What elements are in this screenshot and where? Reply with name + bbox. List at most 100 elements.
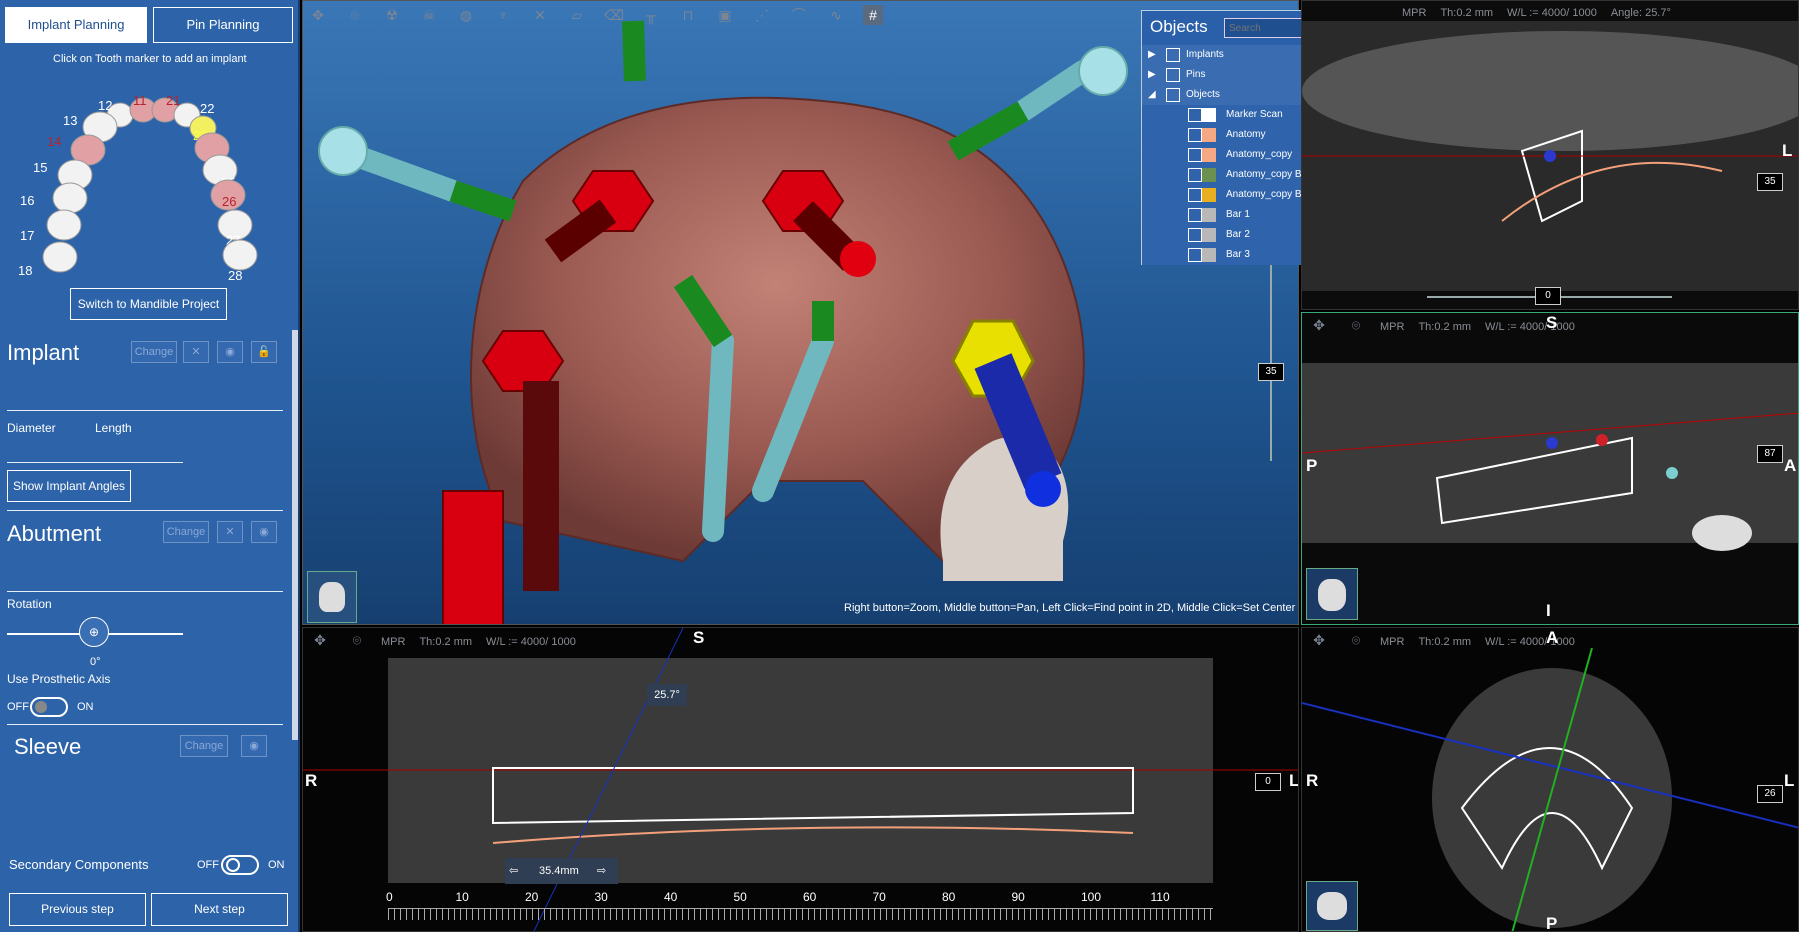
rotation-handle-icon[interactable]: ⊕ <box>79 617 109 647</box>
axis-left-letter: P <box>1306 456 1318 475</box>
ruler-tick-label: 10 <box>455 890 469 904</box>
ct-slice <box>1302 363 1798 551</box>
tooth-chart: 12112122231324142515261627172818 <box>18 93 258 280</box>
object-color-swatch[interactable] <box>1202 208 1216 222</box>
tooth-number: 17 <box>20 228 34 243</box>
mpr-bottom-right[interactable]: ✥ ⌾ MPR Th:0.2 mm W/L := 4000/ 1000 A R L P … <box>1301 627 1799 932</box>
object-checkbox[interactable] <box>1188 188 1202 202</box>
object-label: Marker Scan <box>1226 109 1283 120</box>
abutment-change-button[interactable]: Change <box>163 521 209 543</box>
switch-mandible-button[interactable]: Switch to Mandible Project <box>70 288 227 320</box>
sleeve-change-button[interactable]: Change <box>180 735 228 757</box>
tooth-marker-18[interactable] <box>42 241 78 273</box>
object-label: Pins <box>1186 69 1206 80</box>
ct-slice <box>1302 21 1798 291</box>
object-checkbox[interactable] <box>1188 128 1202 142</box>
head-orientation-icon[interactable] <box>1306 568 1358 620</box>
left-scrollbar[interactable] <box>292 330 298 740</box>
mpr-top-right[interactable]: MPR Th:0.2 mm W/L := 4000/ 1000 Angle: 25.7… <box>1301 0 1799 310</box>
left-panel: Implant Planning Pin Planning Click on T… <box>0 0 300 932</box>
object-color-swatch[interactable] <box>1202 248 1216 262</box>
expand-arrow-icon[interactable]: ▶ <box>1148 65 1156 85</box>
object-label: Anatomy_copy <box>1226 149 1293 160</box>
abutment-visibility-icon[interactable]: ◉ <box>251 521 277 543</box>
implant-delete-icon[interactable]: ✕ <box>183 341 209 363</box>
divider <box>7 724 283 725</box>
object-checkbox[interactable] <box>1188 248 1202 262</box>
objects-search-input[interactable] <box>1224 18 1308 38</box>
object-color-swatch[interactable] <box>1202 188 1216 202</box>
next-step-button[interactable]: Next step <box>151 893 288 926</box>
rotation-value: 0° <box>90 656 101 668</box>
tab-pin-planning[interactable]: Pin Planning <box>153 7 293 43</box>
axis-top-letter: A <box>1546 628 1559 647</box>
mpr-window-level: W/L := 4000/ 1000 <box>1507 7 1597 19</box>
object-color-swatch[interactable] <box>1202 128 1216 142</box>
ct-slice <box>1302 648 1798 931</box>
head-orientation-icon[interactable] <box>1306 881 1358 931</box>
mpr-thickness: Th:0.2 mm <box>1418 321 1472 333</box>
diameter-label: Diameter <box>7 421 56 435</box>
sleeve-visibility-icon[interactable]: ◉ <box>241 735 267 757</box>
tooth-number: 12 <box>98 98 112 113</box>
tooth-number: 18 <box>18 263 32 278</box>
sleeve-title: Sleeve <box>14 734 82 759</box>
previous-step-button[interactable]: Previous step <box>9 893 146 926</box>
tab-implant-planning[interactable]: Implant Planning <box>5 7 147 43</box>
secondary-components-toggle[interactable] <box>221 855 259 875</box>
mpr-window-level: W/L := 4000/ 1000 <box>1485 636 1575 648</box>
object-checkbox[interactable] <box>1188 148 1202 162</box>
ruler-tick-label: 30 <box>594 890 608 904</box>
angle-label: 25.7° <box>647 684 687 706</box>
ruler <box>388 908 1213 920</box>
horizontal-slider-value: 0 <box>1535 287 1561 305</box>
prosthetic-axis-toggle[interactable] <box>30 697 68 717</box>
tooth-number: 28 <box>228 268 242 280</box>
tooth-number: 22 <box>200 101 214 116</box>
object-checkbox[interactable] <box>1188 108 1202 122</box>
object-label: Bar 1 <box>1226 209 1250 220</box>
abutment-delete-icon[interactable]: ✕ <box>217 521 243 543</box>
object-checkbox[interactable] <box>1188 208 1202 222</box>
mpr-panoramic[interactable]: ✥ ⌾ MPR Th:0.2 mm W/L := 4000/ 1000 S R L 0 … <box>302 627 1299 932</box>
object-checkbox[interactable] <box>1166 68 1180 82</box>
3d-slider[interactable] <box>1270 231 1272 461</box>
tooth-hint: Click on Tooth marker to add an implant <box>53 53 247 65</box>
object-color-swatch[interactable] <box>1202 168 1216 182</box>
object-checkbox[interactable] <box>1166 88 1180 102</box>
show-implant-angles-button[interactable]: Show Implant Angles <box>7 470 131 502</box>
move-icon[interactable]: ✥ <box>1309 315 1329 335</box>
object-checkbox[interactable] <box>1188 168 1202 182</box>
arrow-left-icon[interactable]: ⇦ <box>509 858 518 884</box>
expand-arrow-icon[interactable]: ▶ <box>1148 45 1156 65</box>
move-icon[interactable]: ✥ <box>1309 630 1329 650</box>
tooth-number: 15 <box>33 160 47 175</box>
camera-icon[interactable]: ⌾ <box>1346 630 1366 650</box>
object-checkbox[interactable] <box>1188 228 1202 242</box>
axis-top-letter: S <box>1546 313 1558 332</box>
expand-arrow-icon[interactable]: ◢ <box>1148 85 1156 105</box>
divider <box>7 591 283 592</box>
axis-right-letter: A <box>1784 456 1797 475</box>
object-color-swatch[interactable] <box>1202 148 1216 162</box>
ruler-tick-label: 40 <box>664 890 678 904</box>
camera-icon[interactable]: ⌾ <box>1346 315 1366 335</box>
ruler-tick-label: 50 <box>733 890 747 904</box>
implant-change-button[interactable]: Change <box>131 341 177 363</box>
object-color-swatch[interactable] <box>1202 108 1216 122</box>
axis-bottom-letter: I <box>1546 601 1551 620</box>
mpr-mid-right[interactable]: ✥ ⌾ MPR Th:0.2 mm W/L := 4000/ 1000 S P A I … <box>1301 312 1799 625</box>
axis-left-letter: R <box>1306 771 1319 790</box>
arrow-right-icon[interactable]: ⇨ <box>597 858 606 884</box>
object-checkbox[interactable] <box>1166 48 1180 62</box>
tooth-marker-28[interactable] <box>222 239 258 271</box>
measure-value: 35.4mm <box>539 865 579 877</box>
implant-visibility-icon[interactable]: ◉ <box>217 341 243 363</box>
tooth-marker-17[interactable] <box>46 209 82 241</box>
objects-title: Objects <box>1150 17 1208 36</box>
object-color-swatch[interactable] <box>1202 228 1216 242</box>
measure-control: ⇦ 35.4mm ⇨ <box>505 858 618 884</box>
head-orientation-icon[interactable] <box>307 571 357 623</box>
tooth-marker-16[interactable] <box>52 182 88 214</box>
implant-lock-icon[interactable]: 🔓 <box>251 341 277 363</box>
